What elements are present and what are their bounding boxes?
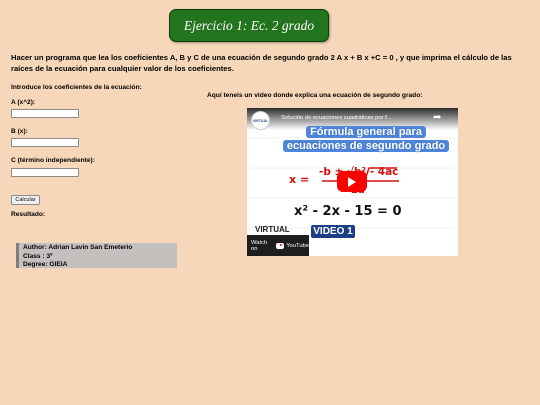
youtube-label: YouTube [286, 242, 309, 249]
coef-c-input[interactable] [11, 168, 79, 177]
author-class: Class : 3º [23, 252, 53, 260]
author-name: Author: Adrian Lavin San Emeterio [23, 244, 133, 251]
coef-b-input[interactable] [11, 138, 79, 147]
calculate-button[interactable]: Calcular [11, 195, 40, 205]
play-icon[interactable] [337, 171, 367, 192]
coef-a-input[interactable] [11, 109, 79, 118]
banner-line-2: ecuaciones de segundo grado [282, 140, 450, 152]
video-caption: Aquí teneis un video donde explica una e… [207, 92, 423, 99]
formula-lhs: x = [289, 173, 310, 186]
form-intro: Introduce los coeficientes de la ecuació… [11, 84, 142, 91]
youtube-embed[interactable]: VIRTUAL Solución de ecuaciones cuadrátic… [247, 108, 458, 256]
result-label: Resultado: [11, 211, 46, 218]
watch-on-label: Watch on [251, 239, 268, 252]
youtube-icon [276, 242, 285, 249]
video-badge: VIDEO 1 [311, 225, 355, 238]
video-title[interactable]: Solución de ecuaciones cuadráticas por f… [281, 115, 425, 121]
exercise-description: Hacer un programa que lea los coeficient… [11, 53, 512, 73]
channel-logo[interactable]: VIRTUAL [251, 111, 270, 130]
video-watermark: VIRTUAL [255, 225, 290, 234]
banner-line-1: Fórmula general para [306, 126, 426, 138]
share-icon[interactable]: ➦ [433, 112, 441, 123]
video-equation: x² - 2x - 15 = 0 [294, 204, 402, 219]
coef-c-label: C (término independiente): [11, 157, 95, 164]
video-banner: Fórmula general para ecuaciones de segun… [274, 125, 458, 153]
coef-b-label: B (x): [11, 128, 28, 135]
page-title: Ejercicio 1: Ec. 2 grado [169, 9, 329, 42]
watch-on-youtube[interactable]: Watch on YouTube [247, 235, 309, 256]
author-degree: Degree: GIEIA [23, 261, 68, 268]
author-info: Author: Adrian Lavin San Emeterio Class … [16, 243, 177, 268]
coef-a-label: A (x^2): [11, 99, 36, 106]
